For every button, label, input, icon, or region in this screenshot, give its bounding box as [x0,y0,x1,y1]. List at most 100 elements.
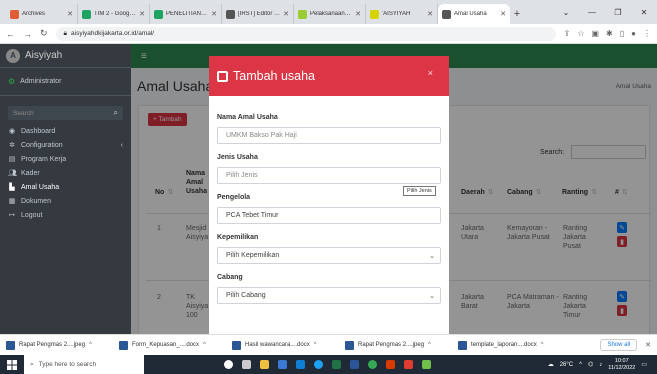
sidebar-item-configuration[interactable]: ✲ Configuration ‹ [0,138,131,152]
chevron-up-icon[interactable]: ^ [89,342,92,348]
browser-tab[interactable]: Archives ✕ [6,4,78,24]
chevron-left-icon: ‹ [120,141,123,149]
sidebar-item-dashboard[interactable]: ◉ Dashboard [0,124,131,138]
store-icon[interactable] [278,360,287,369]
close-icon[interactable]: × [428,68,433,78]
reload-icon[interactable]: ↻ [40,28,48,39]
powerpoint-icon[interactable] [386,360,395,369]
chevron-up-icon[interactable]: ^ [428,342,431,348]
excel-icon[interactable] [332,360,341,369]
input-value: PCA Tebet Timur [226,212,279,219]
close-tab-icon[interactable]: ✕ [355,10,361,18]
user-name: Administrator [20,78,62,85]
profile-avatar-icon[interactable]: ● [631,29,636,38]
close-tab-icon[interactable]: ✕ [500,10,506,18]
menu-kebab-icon[interactable]: ⋮ [643,29,651,38]
clock-date: 11/12/2022 [608,364,636,371]
close-window-icon[interactable]: ✕ [631,8,657,17]
downloads-bar: Rapat Pengmas 2....jpeg ^ Form_Kepuasan_.… [0,334,657,355]
download-item[interactable]: Rapat Pengmas 2....jpeg ^ [345,340,458,350]
volume-icon[interactable]: ♪ [599,362,602,368]
field-label-kepemilikan: Kepemilikan [217,234,259,241]
clock[interactable]: 10:07 11/12/2022 [608,358,635,372]
chevron-up-icon[interactable]: ^ [203,342,206,348]
maximize-icon[interactable]: ❐ [605,8,631,17]
network-icon[interactable]: ⌬ [588,361,593,368]
puzzle-icon[interactable]: ✱ [606,29,613,38]
word-icon[interactable] [350,360,359,369]
sidebar-brand[interactable]: A Aisyiyah [0,44,131,68]
field-label-nama: Nama Amal Usaha [217,114,278,121]
brand-logo-icon: A [6,48,20,63]
sidebar-item-amal-usaha[interactable]: ▙ Amal Usaha [0,180,131,194]
close-tab-icon[interactable]: ✕ [67,10,73,18]
sidebar-item-dokumen[interactable]: ▦ Dokumen [0,194,131,208]
modal-title: Tambah usaha [233,69,316,83]
weather-icon[interactable]: ☁ [548,361,554,368]
jenis-usaha-input[interactable]: Pilih Jenis [217,167,441,184]
favicon-icon [10,9,19,19]
file-explorer-icon[interactable] [260,360,269,369]
chevron-up-icon[interactable]: ^ [314,342,317,348]
kepemilikan-select[interactable]: Pilih Kepemilikan ⌄ [217,247,441,264]
download-item[interactable]: template_laporan....docx ^ [458,340,571,350]
pengelola-input[interactable]: PCA Tebet Timur [217,207,441,224]
download-filename: Rapat Pengmas 2....jpeg [358,342,425,348]
chevron-up-icon[interactable]: ^ [541,342,544,348]
cabang-select[interactable]: Pilih Cabang ⌄ [217,287,441,304]
sidepanel-icon[interactable]: ▯ [620,29,624,38]
browser-tab-active[interactable]: Amal Usaha ✕ [438,4,510,24]
browser-tab[interactable]: TIM 2 - Google D ✕ [78,4,150,24]
tab-title: TIM 2 - Google D [94,11,137,17]
user-panel[interactable]: ⚙ Administrator [0,68,131,96]
sidebar-item-logout[interactable]: ↦ Logout [0,208,131,222]
sidebar-item-label: Dashboard [21,127,56,135]
forward-icon[interactable]: → [23,29,32,39]
share-icon[interactable]: ⇪ [564,29,571,38]
back-icon[interactable]: ← [6,29,15,39]
tab-search-icon[interactable]: ⌄ [553,8,579,17]
sidebar-search[interactable]: Search ⌕ [8,106,123,120]
task-view-icon[interactable] [242,360,251,369]
app-icon[interactable] [422,360,431,369]
search-icon[interactable]: ⌕ [114,108,118,118]
url-field[interactable]: 🔒︎ aisyiyahdkijakarta.or.id/amal/ [55,26,556,41]
file-icon [345,340,354,350]
tray-arrow-icon[interactable]: ^ [579,362,582,368]
temperature[interactable]: 26°C [560,362,573,368]
notification-icon[interactable]: ▭ [641,361,647,368]
sidebar-item-program-kerja[interactable]: ▤ Program Kerja [0,152,131,166]
edge-icon[interactable] [314,360,323,369]
browser-tab[interactable]: [IRST] Editor Dec ✕ [222,4,294,24]
chrome-icon[interactable] [368,360,377,369]
input-placeholder: Pilih Jenis [226,172,258,179]
mail-icon[interactable] [296,360,305,369]
favicon-icon [82,9,91,19]
browser-tab[interactable]: PENELITIAN LPPM✕ [150,4,222,24]
extension-icon[interactable]: ▣ [591,29,599,38]
taskbar-search[interactable]: ⌕ Type here to search [24,355,144,374]
windows-start-icon[interactable] [0,359,24,370]
pdf-icon[interactable] [404,360,413,369]
browser-tab[interactable]: Pelaksanaan Keg✕ [294,4,366,24]
download-item[interactable]: Form_Kepuasan_....docx ^ [119,340,232,350]
download-item[interactable]: Rapat Pengmas 2....jpeg ^ [6,340,119,350]
download-item[interactable]: Hasil wawancara....docx ^ [232,340,345,350]
close-tab-icon[interactable]: ✕ [427,10,433,18]
show-all-button[interactable]: Show all [600,339,638,351]
briefcase-icon: ▤ [8,156,16,163]
browser-tab[interactable]: 'AISYIYAH ✕ [366,4,438,24]
chevron-down-icon: ⌄ [429,252,435,260]
minimize-icon[interactable]: — [579,8,605,17]
sidebar-item-kader[interactable]: 👥︎ Kader [0,166,131,180]
bookmark-star-icon[interactable]: ☆ [577,29,584,38]
cortana-icon[interactable] [224,360,233,369]
close-tab-icon[interactable]: ✕ [139,10,145,18]
close-tab-icon[interactable]: ✕ [283,10,289,18]
chevron-down-icon: ⌄ [429,292,435,300]
close-icon[interactable]: ✕ [645,341,651,349]
window-controls: ⌄ — ❐ ✕ [553,0,657,24]
close-tab-icon[interactable]: ✕ [211,10,217,18]
nama-amal-usaha-input[interactable]: UMKM Bakso Pak Haji [217,127,441,144]
new-tab-button[interactable]: + [510,4,524,24]
